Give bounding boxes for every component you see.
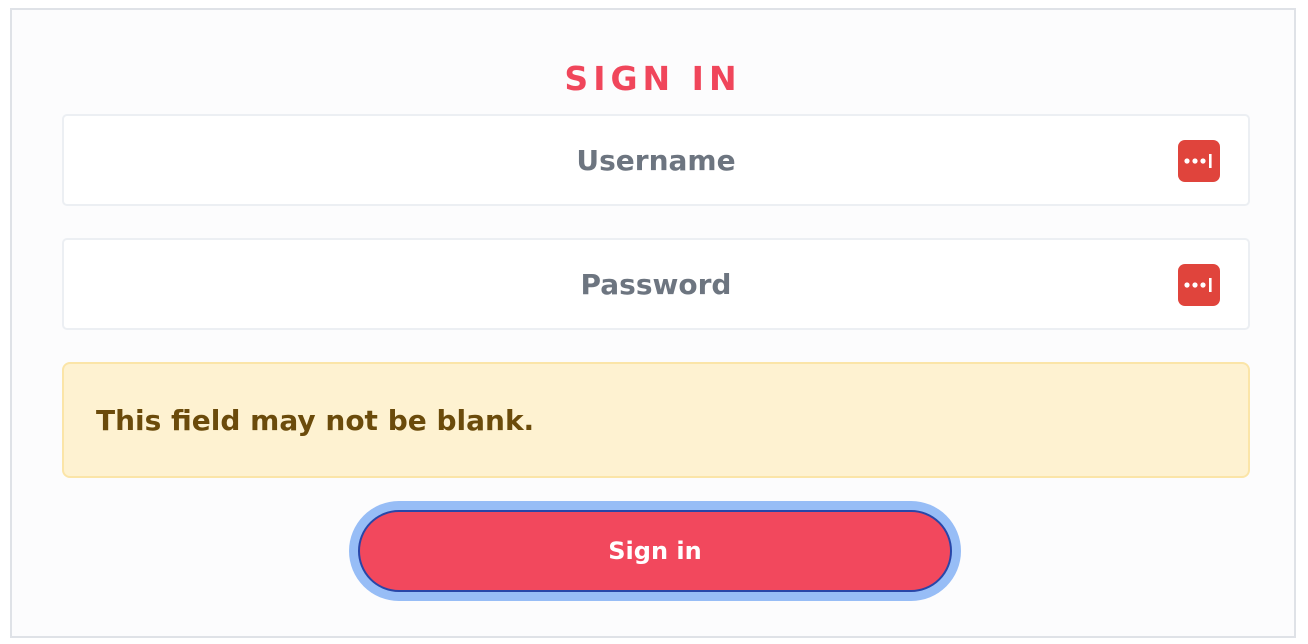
password-manager-icon[interactable] [1178,264,1220,306]
username-input[interactable] [64,116,1248,204]
password-input[interactable] [64,240,1248,328]
username-field-wrapper [62,114,1250,206]
error-message: This field may not be blank. [96,403,535,437]
password-field-wrapper [62,238,1250,330]
password-manager-icon[interactable] [1178,140,1220,182]
submit-button-focus-ring: Sign in [349,501,961,601]
page-title: SIGN IN [564,59,742,98]
sign-in-card: SIGN IN This field may not be blank. [10,8,1296,638]
error-alert: This field may not be blank. [62,362,1250,478]
sign-in-button[interactable]: Sign in [358,510,952,592]
